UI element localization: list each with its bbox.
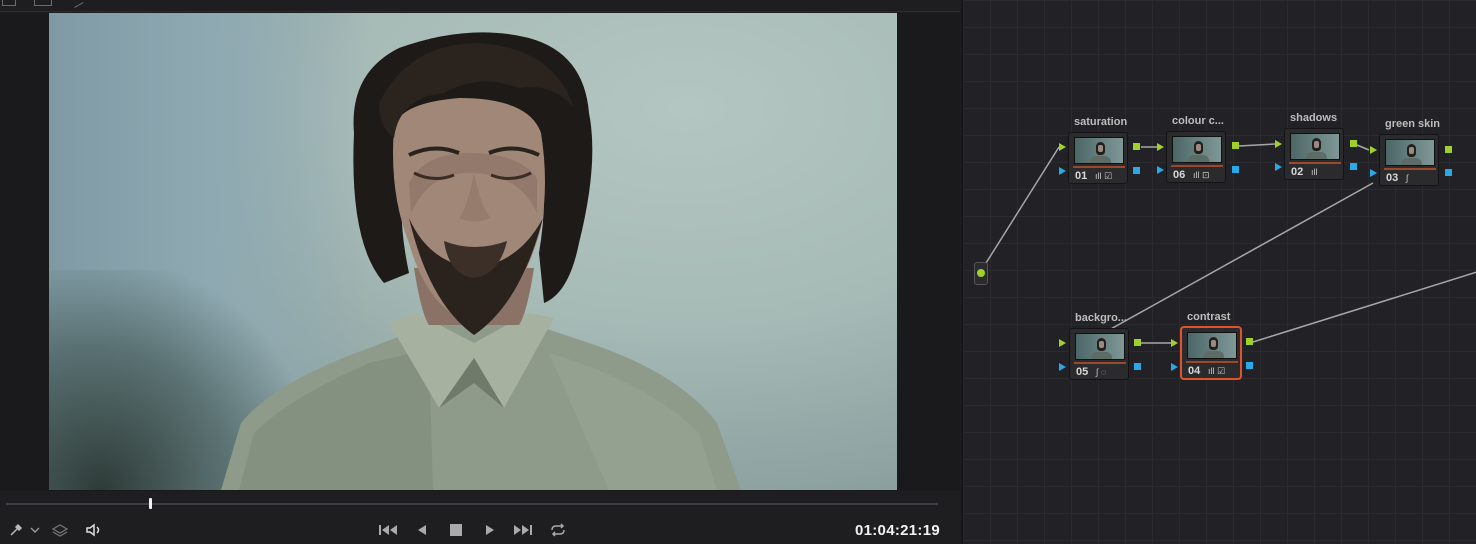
node-02[interactable]: 02 ıll (1284, 128, 1344, 180)
node-06[interactable]: 06 ıll ⊡ (1166, 131, 1226, 183)
node-04-label: contrast (1187, 311, 1231, 323)
node-number: 01 (1075, 170, 1088, 182)
node-thumbnail (1187, 332, 1237, 359)
node-02-rgb-output[interactable] (1350, 140, 1357, 147)
node-thumbnail (1290, 133, 1340, 160)
node-04-rgb-output[interactable] (1246, 338, 1253, 345)
node-number: 02 (1291, 166, 1304, 178)
play-icon[interactable] (482, 522, 498, 538)
eyedropper-icon[interactable] (8, 522, 24, 538)
viewer-area (0, 13, 960, 491)
node-03-key-output[interactable] (1445, 169, 1452, 176)
node-thumbnail (1075, 333, 1125, 360)
source-input-node[interactable] (974, 262, 988, 285)
link-02-03 (1356, 144, 1370, 151)
viewer-mode-icon[interactable] (2, 0, 16, 6)
node-03-key-input[interactable] (1370, 169, 1377, 177)
node-05-label: backgro... (1075, 312, 1127, 324)
node-01-rgb-output[interactable] (1133, 143, 1140, 150)
node-tools-icons: ıll ⊡ (1193, 170, 1210, 180)
playhead-handle[interactable] (149, 498, 153, 509)
node-05-key-output[interactable] (1134, 363, 1141, 370)
link-source-01 (980, 146, 1060, 272)
node-05[interactable]: 05 ∫ ◌ (1069, 328, 1129, 380)
node-tools-icons: ıll ☑ (1095, 171, 1113, 181)
node-01-rgb-input[interactable] (1059, 143, 1066, 151)
stop-icon[interactable] (448, 522, 464, 538)
loop-icon[interactable] (548, 522, 568, 538)
node-02-label: shadows (1290, 112, 1338, 124)
node-editor[interactable]: saturation 01 ıll ☑ colour c... 06 ıll ⊡… (962, 0, 1476, 544)
transport-bar: 01:04:21:19 (0, 516, 960, 544)
node-tools-icons: ∫ ◌ (1096, 367, 1107, 377)
node-02-key-output[interactable] (1350, 163, 1357, 170)
node-03-label: green skin (1385, 118, 1441, 130)
node-05-rgb-output[interactable] (1134, 339, 1141, 346)
node-number: 03 (1386, 172, 1399, 184)
node-04-rgb-input[interactable] (1171, 339, 1178, 347)
link-04-out (1252, 271, 1476, 343)
node-number: 04 (1188, 365, 1201, 377)
node-06-rgb-input[interactable] (1157, 143, 1164, 151)
node-tools-icons: ıll (1311, 167, 1318, 177)
node-05-key-input[interactable] (1059, 363, 1066, 371)
node-06-rgb-output[interactable] (1232, 142, 1239, 149)
play-reverse-icon[interactable] (414, 522, 430, 538)
node-number: 05 (1076, 366, 1089, 378)
node-02-rgb-input[interactable] (1275, 140, 1282, 148)
viewer-panel: 01:04:21:19 (0, 0, 960, 544)
video-frame[interactable] (49, 13, 897, 490)
node-01[interactable]: 01 ıll ☑ (1068, 132, 1128, 184)
subject-image (221, 32, 741, 490)
skip-to-end-icon[interactable] (512, 522, 534, 538)
node-thumbnail (1385, 139, 1435, 166)
node-thumbnail (1172, 136, 1222, 163)
chevron-down-icon[interactable] (29, 522, 41, 538)
node-01-label: saturation (1074, 116, 1128, 128)
scrubber-track[interactable] (6, 503, 938, 505)
timecode-display: 01:04:21:19 (854, 522, 940, 539)
node-connections (980, 143, 1476, 344)
split-screen-icon[interactable] (34, 0, 52, 6)
node-tools-icons: ıll ☑ (1208, 366, 1226, 376)
node-06-key-output[interactable] (1232, 166, 1239, 173)
skip-to-start-icon[interactable] (377, 522, 399, 538)
node-05-rgb-input[interactable] (1059, 339, 1066, 347)
node-number: 06 (1173, 169, 1186, 181)
layers-icon[interactable] (51, 522, 69, 538)
node-04-key-input[interactable] (1171, 363, 1178, 371)
node-06-label: colour c... (1172, 115, 1224, 127)
node-tools-icons: ∫ (1406, 173, 1409, 183)
node-thumbnail (1074, 137, 1124, 164)
node-01-key-output[interactable] (1133, 167, 1140, 174)
node-06-key-input[interactable] (1157, 166, 1164, 174)
node-03-rgb-output[interactable] (1445, 146, 1452, 153)
link-06-02 (1238, 143, 1276, 147)
viewer-toolbar (0, 0, 960, 12)
node-02-key-input[interactable] (1275, 163, 1282, 171)
node-03[interactable]: 03 ∫ (1379, 134, 1439, 186)
speaker-icon[interactable] (84, 522, 104, 538)
node-04-key-output[interactable] (1246, 362, 1253, 369)
link-03-05 (1108, 182, 1374, 331)
wand-icon[interactable] (70, 0, 84, 8)
node-04[interactable]: 04 ıll ☑ (1181, 327, 1241, 379)
node-01-key-input[interactable] (1059, 167, 1066, 175)
node-03-rgb-input[interactable] (1370, 146, 1377, 154)
